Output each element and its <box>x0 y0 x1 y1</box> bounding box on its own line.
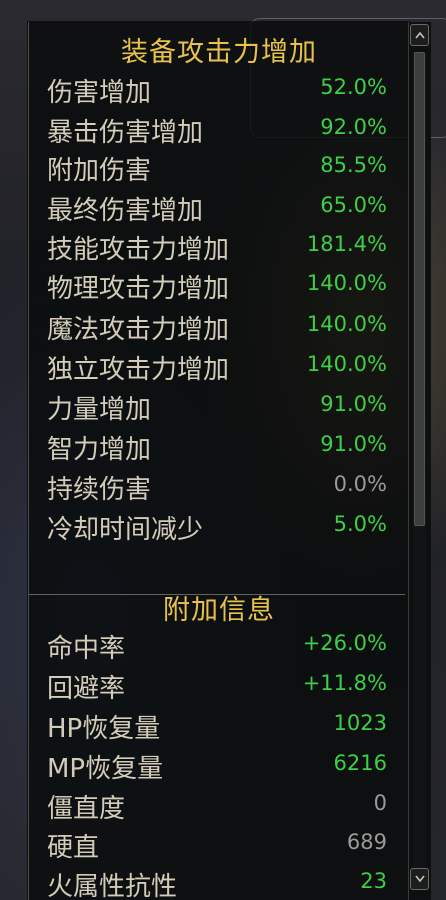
stat-row: 技能攻击力增加 181.4% <box>47 229 387 269</box>
stat-value: 140.0% <box>306 312 387 336</box>
stat-label: 附加伤害 <box>47 156 152 186</box>
stat-row: 持续伤害 0.0% <box>47 469 387 509</box>
stat-value: 0 <box>373 791 387 815</box>
stat-value: 689 <box>346 830 387 854</box>
stat-row: 命中率 +26.0% <box>47 628 387 668</box>
stat-value: 181.4% <box>306 232 387 256</box>
scroll-thumb[interactable] <box>414 52 425 526</box>
stat-row: 附加伤害 85.5% <box>47 150 387 190</box>
stat-value: +11.8% <box>302 671 387 695</box>
stat-row: 暴击伤害增加 92.0% <box>47 112 387 152</box>
stat-row: 僵直度 0 <box>47 788 387 828</box>
stat-row: 魔法攻击力增加 140.0% <box>47 309 387 349</box>
stat-label: 冷却时间减少 <box>47 515 204 545</box>
additional-info-title: 附加信息 <box>163 595 275 626</box>
stat-row: 独立攻击力增加 140.0% <box>47 349 387 389</box>
stat-label: 回避率 <box>47 674 126 704</box>
stat-value: 85.5% <box>320 153 387 177</box>
stat-row: 智力增加 91.0% <box>47 429 387 469</box>
stat-value: 92.0% <box>320 115 387 139</box>
stats-tooltip-panel: 装备攻击力增加 伤害增加 52.0% 暴击伤害增加 92.0% 附加伤害 85.… <box>28 22 409 900</box>
stat-label: 硬直 <box>47 833 100 863</box>
game-screen: 装备攻击力增加 伤害增加 52.0% 暴击伤害增加 92.0% 附加伤害 85.… <box>0 0 446 900</box>
scroll-track[interactable] <box>413 52 426 870</box>
chevron-down-icon <box>414 875 425 883</box>
stat-label: MP恢复量 <box>47 754 164 784</box>
stat-value: 23 <box>360 869 387 893</box>
stat-value: 0.0% <box>333 472 387 496</box>
stat-label: 僵直度 <box>47 794 126 824</box>
stat-value: 140.0% <box>306 352 387 376</box>
scroll-up-button[interactable] <box>410 24 429 46</box>
stat-label: 命中率 <box>47 634 126 664</box>
stat-row: 冷却时间减少 5.0% <box>47 509 387 549</box>
stat-row: 物理攻击力增加 140.0% <box>47 268 387 308</box>
stat-label: 技能攻击力增加 <box>47 235 230 265</box>
stat-label: 独立攻击力增加 <box>47 355 230 385</box>
stat-row: 力量增加 91.0% <box>47 389 387 429</box>
stat-value: 5.0% <box>333 512 387 536</box>
stat-value: 1023 <box>333 711 387 735</box>
stat-label: 智力增加 <box>47 435 152 465</box>
stat-label: 魔法攻击力增加 <box>47 315 230 345</box>
stat-row: 回避率 +11.8% <box>47 668 387 708</box>
stat-row: 硬直 689 <box>47 827 387 867</box>
stat-label: 物理攻击力增加 <box>47 274 230 304</box>
stat-label: HP恢复量 <box>47 714 161 744</box>
stat-label: 暴击伤害增加 <box>47 118 204 148</box>
stat-label: 最终伤害增加 <box>47 196 204 226</box>
stat-value: 140.0% <box>306 271 387 295</box>
equipment-attack-title: 装备攻击力增加 <box>121 37 317 68</box>
stat-value: 6216 <box>333 751 387 775</box>
stat-label: 火属性抗性 <box>47 872 178 900</box>
stat-label: 持续伤害 <box>47 475 152 505</box>
stat-value: 91.0% <box>320 392 387 416</box>
chevron-up-icon <box>414 31 425 39</box>
stat-value: 65.0% <box>320 193 387 217</box>
scroll-down-button[interactable] <box>410 868 429 890</box>
stat-value: +26.0% <box>302 631 387 655</box>
stat-value: 91.0% <box>320 432 387 456</box>
tooltip-scrollbar[interactable] <box>408 22 431 900</box>
stat-row: 火属性抗性 23 <box>47 866 387 900</box>
stat-row: MP恢复量 6216 <box>47 748 387 788</box>
stat-label: 伤害增加 <box>47 78 152 108</box>
stat-value: 52.0% <box>320 75 387 99</box>
stat-row: 伤害增加 52.0% <box>47 72 387 112</box>
stat-row: 最终伤害增加 65.0% <box>47 190 387 230</box>
stat-row: HP恢复量 1023 <box>47 708 387 748</box>
stat-label: 力量增加 <box>47 395 152 425</box>
